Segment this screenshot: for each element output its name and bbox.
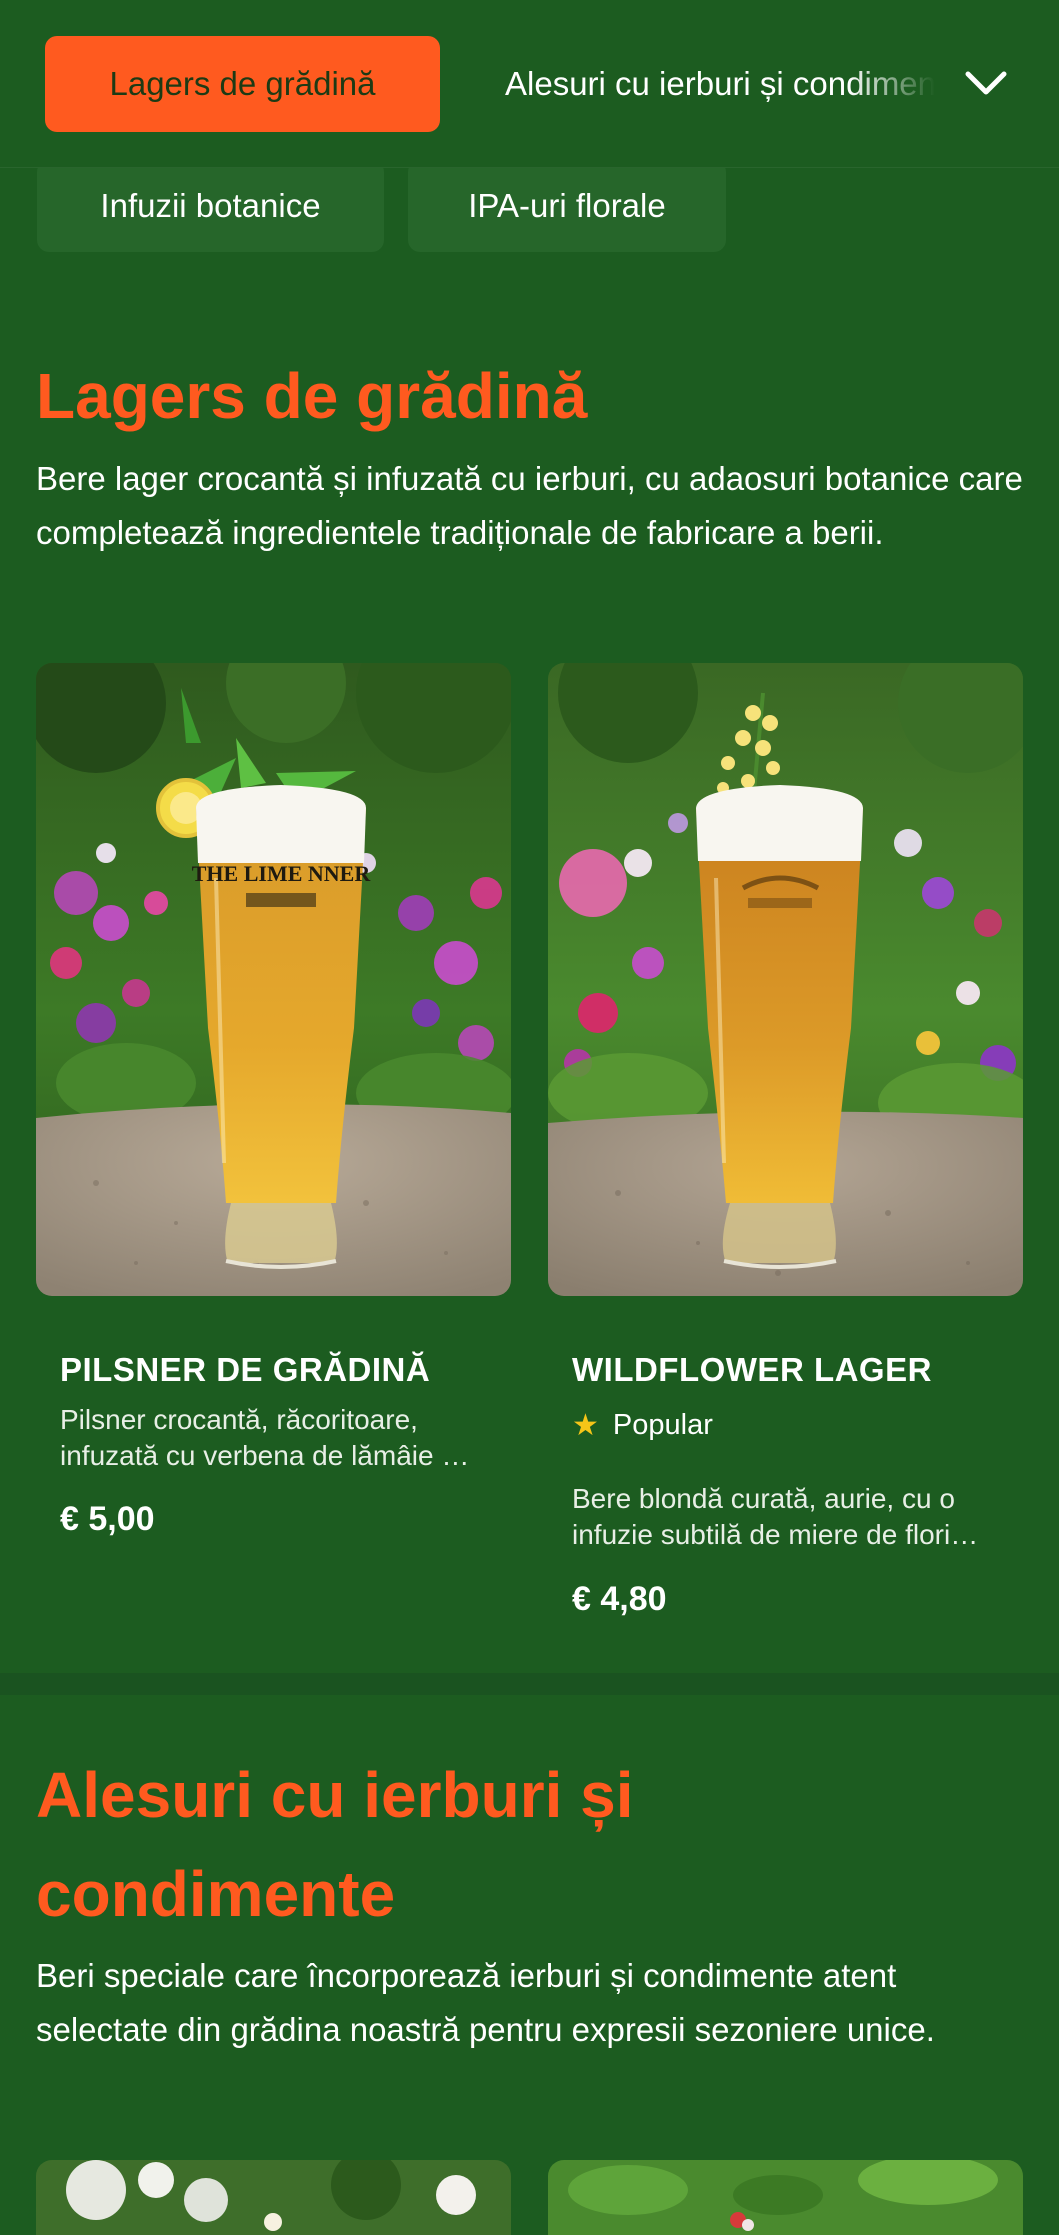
product-description-pilsner: Pilsner crocantă, răcoritoare, infuzată … xyxy=(60,1404,462,1471)
chevron-down-icon[interactable] xyxy=(962,62,1010,106)
category-chip-label: Lagers de grădină xyxy=(109,65,376,102)
section-title-alesuri-line1: Alesuri cu ierburi și xyxy=(36,1759,634,1831)
product-price-pilsner: € 5,00 xyxy=(60,1500,155,1538)
section-divider xyxy=(0,1673,1059,1695)
popular-badge-label: Popular xyxy=(612,1409,713,1441)
category-chip-infuzii-botanice[interactable]: Infuzii botanice xyxy=(37,160,384,252)
star-icon: ★ xyxy=(572,1409,599,1442)
category-chip-label: Alesuri cu ierburi și condimente xyxy=(505,65,935,102)
section-title-alesuri-line2: condimente xyxy=(36,1858,396,1930)
category-chip-lagers-active[interactable]: Lagers de grădină xyxy=(45,36,440,132)
category-chip-label: IPA-uri florale xyxy=(468,187,666,224)
product-name-pilsner[interactable]: PILSNER DE GRĂDINĂ xyxy=(60,1348,430,1392)
category-chip-ipa-uri-florale[interactable]: IPA-uri florale xyxy=(408,160,726,252)
section-title-lagers: Lagers de grădină xyxy=(36,360,588,432)
product-price-wildflower: € 4,80 xyxy=(572,1580,667,1618)
product-image-pilsner[interactable]: THE LIME NNER xyxy=(36,663,511,1296)
product-image-wildflower[interactable] xyxy=(548,663,1023,1296)
section-description-lagers: Bere lager crocantă și infuzată cu ierbu… xyxy=(36,460,1023,551)
category-nav-bar: Lagers de grădină Alesuri cu ierburi și … xyxy=(0,0,1059,168)
product-name-wildflower[interactable]: WILDFLOWER LAGER xyxy=(572,1348,932,1392)
glass-logo-text: THE LIME NNER xyxy=(192,861,372,886)
product-description-wildflower: Bere blondă curată, aurie, cu o infuzie … xyxy=(572,1483,955,1550)
product-image-alesuri-1[interactable] xyxy=(36,2160,511,2235)
product-image-alesuri-2[interactable] xyxy=(548,2160,1023,2235)
section-description-alesuri: Beri speciale care încorporează ierburi … xyxy=(36,1957,935,2048)
category-chip-label: Infuzii botanice xyxy=(100,187,321,224)
category-chip-alesuri[interactable]: Alesuri cu ierburi și condimente xyxy=(505,36,935,132)
popular-badge: ★ Popular xyxy=(572,1408,713,1443)
